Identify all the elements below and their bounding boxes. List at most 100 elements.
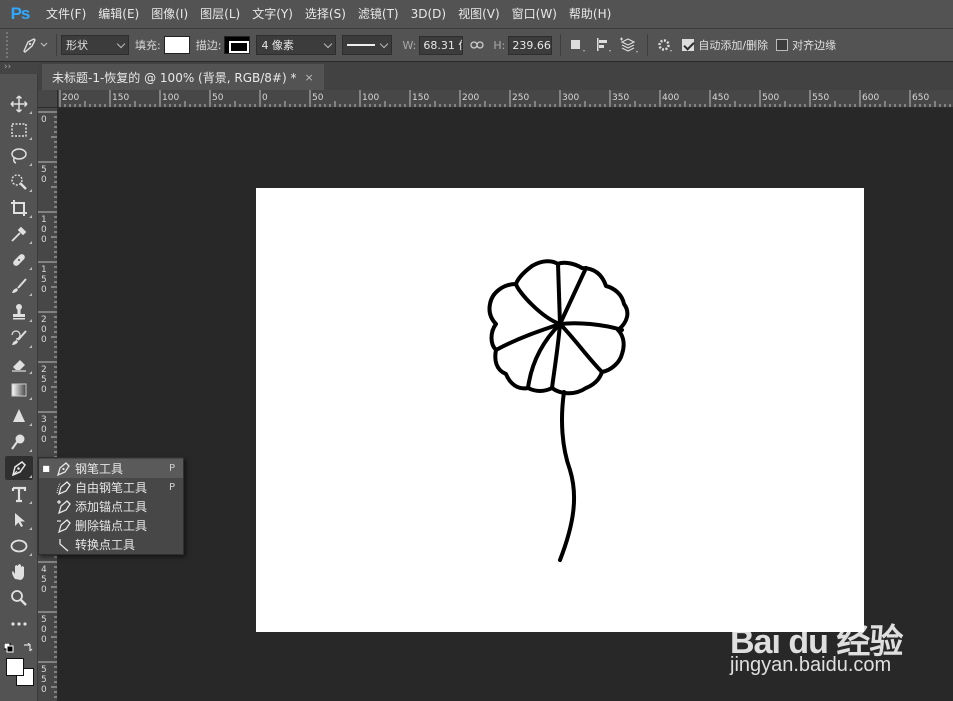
flyout-item-delete-anchor[interactable]: 删除锚点工具: [39, 516, 183, 535]
stroke-type-dropdown[interactable]: [342, 35, 393, 55]
dodge-tool[interactable]: [5, 430, 33, 454]
separator: [647, 34, 649, 56]
menu-help[interactable]: 帮助(H): [563, 0, 617, 28]
crop-tool[interactable]: [5, 196, 33, 220]
brush-tool[interactable]: [5, 274, 33, 298]
flyout-item-label: 删除锚点工具: [75, 519, 148, 533]
gear-icon[interactable]: [652, 37, 678, 53]
quick-selection-tool[interactable]: [5, 170, 33, 194]
ruler-label: 0: [41, 585, 47, 595]
blur-tool[interactable]: [5, 404, 33, 428]
healing-brush-tool[interactable]: [5, 248, 33, 272]
ruler-label: 0: [41, 685, 47, 695]
menu-bar: Ps 文件(F) 编辑(E) 图像(I) 图层(L) 文字(Y) 选择(S) 滤…: [0, 0, 953, 28]
height-field[interactable]: 239.66 像: [508, 35, 553, 55]
eyedropper-tool[interactable]: [5, 222, 33, 246]
menu-file[interactable]: 文件(F): [40, 0, 92, 28]
dodge-icon: [11, 434, 25, 450]
menu-type[interactable]: 文字(Y): [246, 0, 299, 28]
menu-layer[interactable]: 图层(L): [194, 0, 246, 28]
ruler-label: 200: [62, 93, 79, 103]
menu-3d[interactable]: 3D(D): [405, 0, 452, 28]
rect-marquee-icon: [11, 123, 27, 137]
menu-view[interactable]: 视图(V): [452, 0, 506, 28]
stroke-label: 描边:: [195, 39, 222, 52]
ruler-origin[interactable]: [38, 90, 58, 108]
flyout-item-shortcut: P: [169, 463, 176, 474]
ruler-label: 500: [762, 93, 779, 103]
menu-window[interactable]: 窗口(W): [506, 0, 563, 28]
close-icon[interactable]: ×: [304, 71, 313, 84]
shape-tool[interactable]: [5, 534, 33, 558]
path-arrangement-icon[interactable]: [617, 36, 643, 54]
ruler-label: 0: [41, 385, 47, 395]
type-t-icon: [11, 486, 27, 503]
stroke-width-field[interactable]: 4 像素: [256, 35, 337, 55]
ruler-label: 50: [312, 93, 324, 103]
ruler-label: 150: [412, 93, 429, 103]
ruler-label: 1: [41, 215, 47, 225]
hand-tool[interactable]: [5, 560, 33, 584]
auto-add-delete-checkbox[interactable]: [682, 39, 695, 51]
watermark-url: jingyan.baidu.com: [730, 654, 892, 676]
width-value: 68.31 像: [423, 39, 462, 52]
flyout-item-freeform-pen[interactable]: 自由钢笔工具 P: [39, 478, 183, 497]
ruler-label: 0: [41, 325, 47, 335]
history-brush-icon: [11, 330, 27, 345]
foreground-color[interactable]: [6, 658, 24, 676]
menu-filter[interactable]: 滤镜(T): [352, 0, 405, 28]
petal-divider: [556, 262, 562, 326]
menu-image[interactable]: 图像(I): [145, 0, 194, 28]
pen-icon: [11, 461, 26, 477]
zoom-tool[interactable]: [5, 586, 33, 610]
tools-panel-collapse[interactable]: ››: [0, 62, 38, 74]
align-edges-checkbox[interactable]: [776, 39, 789, 51]
convert-point-icon: [53, 537, 75, 553]
ruler-label: 400: [662, 93, 679, 103]
clone-stamp-tool[interactable]: [5, 300, 33, 324]
gradient-tool[interactable]: [5, 378, 33, 402]
pen-tool[interactable]: [5, 456, 33, 480]
width-field[interactable]: 68.31 像: [419, 35, 464, 55]
bandage-icon: [13, 254, 25, 266]
path-operations-icon[interactable]: [565, 37, 591, 53]
ruler-label: 5: [41, 675, 47, 685]
ruler-label: 2: [41, 315, 47, 325]
path-alignment-icon[interactable]: [591, 37, 617, 53]
gradient-icon: [11, 383, 27, 397]
flyout-item-label: 转换点工具: [75, 538, 136, 552]
flyout-item-pen[interactable]: ■ 钢笔工具 P: [39, 459, 183, 478]
horizontal-ruler[interactable]: 200 150 100 50 0 50 100 150 200 250 300 350 400 450 50…: [58, 90, 953, 108]
hand-icon: [12, 564, 24, 580]
document-canvas[interactable]: [256, 188, 864, 632]
history-brush-tool[interactable]: [5, 326, 33, 350]
path-selection-tool[interactable]: [5, 508, 33, 532]
more-tools[interactable]: [5, 612, 33, 636]
marquee-tool[interactable]: [5, 118, 33, 142]
lasso-tool[interactable]: [5, 144, 33, 168]
pen-tool-preset-icon[interactable]: [18, 36, 52, 54]
menu-edit[interactable]: 编辑(E): [92, 0, 145, 28]
fill-label: 填充:: [135, 39, 161, 52]
type-tool[interactable]: [5, 482, 33, 506]
petal-divider: [558, 266, 588, 326]
brush-icon: [12, 278, 27, 293]
flyout-item-add-anchor[interactable]: 添加锚点工具: [39, 497, 183, 516]
fill-swatch[interactable]: [163, 36, 190, 54]
menu-select[interactable]: 选择(S): [299, 0, 352, 28]
ruler-label: 550: [812, 93, 829, 103]
ruler-label: 250: [512, 93, 529, 103]
ruler-label: 5: [41, 375, 47, 385]
vertical-ruler[interactable]: 050100150200250300350400450500550: [38, 108, 58, 701]
mode-dropdown[interactable]: 形状: [61, 35, 129, 55]
eraser-tool[interactable]: [5, 352, 33, 376]
ruler-label: 0: [41, 175, 47, 185]
move-tool[interactable]: [5, 92, 33, 116]
document-tab[interactable]: 未标题-1-恢复的 @ 100% (背景, RGB/8#) * ×: [42, 64, 324, 90]
stroke-swatch[interactable]: [224, 36, 251, 54]
flyout-item-shortcut: P: [169, 482, 176, 493]
photoshop-logo: Ps: [10, 4, 31, 23]
flyout-item-convert-point[interactable]: 转换点工具: [39, 535, 183, 554]
eyedropper-icon: [11, 226, 27, 242]
link-icon[interactable]: [467, 40, 487, 50]
